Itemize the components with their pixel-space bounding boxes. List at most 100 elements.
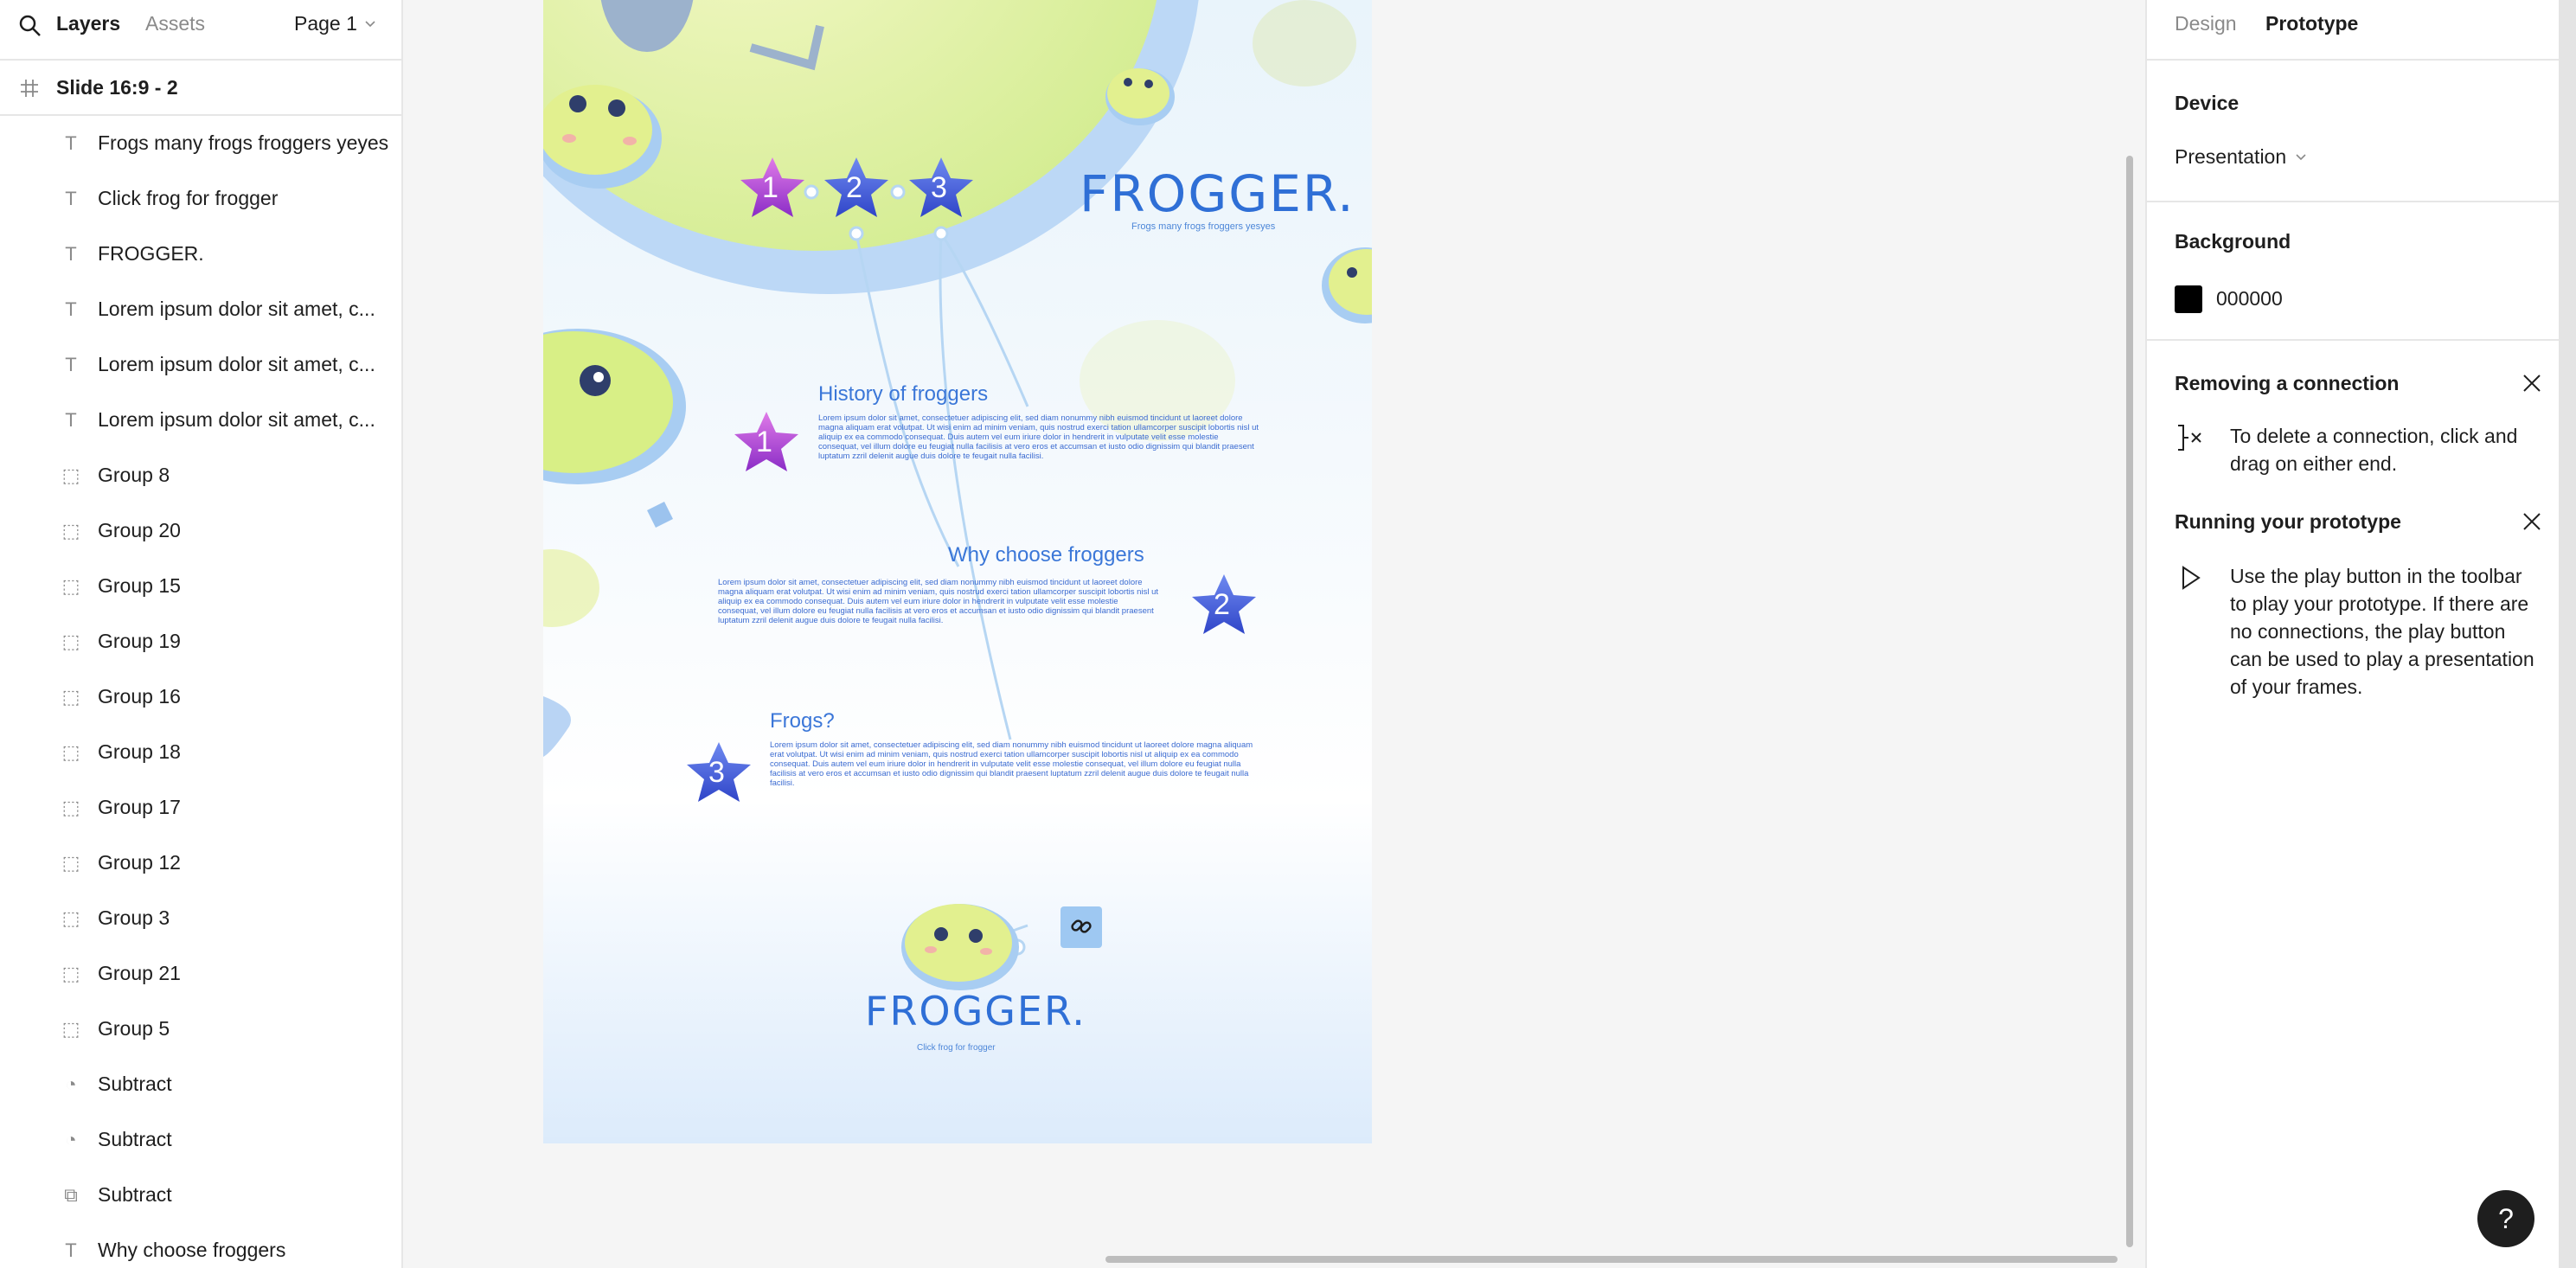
device-title: Device xyxy=(2175,92,2240,114)
right-edge-strip xyxy=(2559,0,2576,1268)
group-layer-icon: ⬚ xyxy=(61,631,80,652)
star-label-section-1: 1 xyxy=(756,426,772,458)
background-hex-input[interactable]: 000000 xyxy=(2216,287,2283,311)
text-layer-icon: T xyxy=(65,354,77,375)
hint-running-text: Use the play button in the toolbar to pl… xyxy=(2230,565,2534,698)
layer-row[interactable]: T Why choose froggers xyxy=(0,1223,401,1268)
chevron-down-icon xyxy=(365,20,375,27)
footer-title: FROGGER. xyxy=(865,988,1086,1034)
layer-frame-row[interactable]: Slide 16:9 - 2 xyxy=(0,61,401,116)
layer-row[interactable]: ⬚ Group 5 xyxy=(0,1002,401,1057)
layers-panel: Layers Assets Page 1 Slide 16:9 - 2 T Fro… xyxy=(0,0,403,1268)
layer-name: Lorem ipsum dolor sit amet, c... xyxy=(98,298,375,320)
layer-name: Click frog for frogger xyxy=(98,187,279,209)
text-layer-icon: T xyxy=(65,243,77,265)
layer-row[interactable]: ⬚ Group 3 xyxy=(0,891,401,946)
layer-row[interactable]: ⬚ Group 19 xyxy=(0,614,401,669)
layer-name: Group 21 xyxy=(98,962,181,984)
background-section: Background xyxy=(2147,202,2560,341)
layer-row[interactable]: ⧉ Subtract xyxy=(0,1168,401,1223)
text-layer-icon: T xyxy=(65,298,77,320)
layer-name: Group 19 xyxy=(98,630,181,652)
tab-prototype[interactable]: Prototype xyxy=(2265,12,2358,35)
section-heading-frogs: Frogs? xyxy=(770,709,835,733)
group-layer-icon: ⬚ xyxy=(61,575,80,597)
layer-name: Group 3 xyxy=(98,906,170,929)
group-layer-icon: ⬚ xyxy=(61,852,80,874)
hint-connection-title: Removing a connection xyxy=(2175,372,2400,394)
page-dropdown[interactable]: Page 1 xyxy=(294,12,376,35)
device-section: Device xyxy=(2147,61,2560,202)
layer-row[interactable]: T Lorem ipsum dolor sit amet, c... xyxy=(0,282,401,337)
canvas[interactable]: 1 2 3 1 2 3 FROGGER. Frogs many frogs fr… xyxy=(403,0,2145,1268)
slide-frame[interactable]: 1 2 3 1 2 3 FROGGER. Frogs many frogs fr… xyxy=(543,0,1372,1143)
text-layer-icon: T xyxy=(65,409,77,431)
layer-name: Group 8 xyxy=(98,464,170,486)
section-heading-history: History of froggers xyxy=(818,382,989,406)
layer-name: FROGGER. xyxy=(98,242,204,265)
layer-name: Group 17 xyxy=(98,796,181,818)
layer-row[interactable]: ⬚ Group 20 xyxy=(0,503,401,559)
close-icon[interactable] xyxy=(2519,370,2545,396)
close-icon[interactable] xyxy=(2519,509,2545,535)
layer-name: Subtract xyxy=(98,1183,172,1206)
text-layer-icon: T xyxy=(65,1239,77,1261)
layer-row[interactable]: ⬚ Group 21 xyxy=(0,946,401,1002)
tab-assets[interactable]: Assets xyxy=(145,12,205,35)
text-layer-icon: T xyxy=(65,188,77,209)
group-layer-icon: ⬚ xyxy=(61,464,80,486)
layer-name: Subtract xyxy=(98,1128,172,1150)
group-layer-icon: ⬚ xyxy=(61,1018,80,1040)
section-body-why: Lorem ipsum dolor sit amet, consectetuer… xyxy=(718,578,1158,625)
group-layer-icon: ⬚ xyxy=(61,907,80,929)
group-layer-icon: ⬚ xyxy=(61,797,80,818)
layer-name: Frogs many frogs froggers yeyes xyxy=(98,131,389,154)
tab-design[interactable]: Design xyxy=(2175,12,2237,35)
layer-row[interactable]: T Lorem ipsum dolor sit amet, c... xyxy=(0,393,401,448)
boolean-layer-icon: ◔ xyxy=(65,1073,77,1095)
layer-name: Group 18 xyxy=(98,740,181,763)
page-dropdown-label: Page 1 xyxy=(294,12,357,35)
layers-panel-header: Layers Assets Page 1 xyxy=(0,0,401,61)
help-button[interactable]: ? xyxy=(2477,1190,2534,1247)
layer-name: Group 15 xyxy=(98,574,181,597)
text-layer-icon: T xyxy=(65,132,77,154)
layer-row[interactable]: ⬚ Group 8 xyxy=(0,448,401,503)
device-dropdown[interactable]: Presentation xyxy=(2175,145,2307,169)
section-heading-why: Why choose froggers xyxy=(948,543,1144,567)
layer-row[interactable]: T FROGGER. xyxy=(0,227,401,282)
vertical-scrollbar[interactable] xyxy=(2126,156,2133,1247)
search-icon[interactable] xyxy=(17,13,43,39)
layer-row[interactable]: T Click frog for frogger xyxy=(0,171,401,227)
background-title: Background xyxy=(2175,230,2291,253)
background-color-swatch[interactable] xyxy=(2175,285,2202,313)
image-layer-icon: ⧉ xyxy=(64,1184,78,1206)
layer-row[interactable]: ◔ Subtract xyxy=(0,1057,401,1112)
remove-connection-icon xyxy=(2178,425,2201,451)
horizontal-scrollbar[interactable] xyxy=(1105,1256,2118,1263)
layer-name: Group 16 xyxy=(98,685,181,708)
layer-row[interactable]: ⬚ Group 17 xyxy=(0,780,401,836)
star-label-top-3: 3 xyxy=(931,171,947,204)
chevron-down-icon xyxy=(2296,153,2306,160)
layer-row[interactable]: ⬚ Group 18 xyxy=(0,725,401,780)
section-body-history: Lorem ipsum dolor sit amet, consectetuer… xyxy=(818,413,1259,461)
slide-subtitle: Frogs many frogs froggers yesyes xyxy=(1131,221,1276,232)
tab-layers[interactable]: Layers xyxy=(56,12,120,35)
frame-name: Slide 16:9 - 2 xyxy=(56,76,178,99)
section-body-frogs: Lorem ipsum dolor sit amet, consectetuer… xyxy=(770,740,1253,788)
layer-row[interactable]: ⬚ Group 16 xyxy=(0,669,401,725)
star-label-section-3: 3 xyxy=(708,756,725,789)
layer-name: Lorem ipsum dolor sit amet, c... xyxy=(98,408,375,431)
layer-row[interactable]: T Frogs many frogs froggers yeyes xyxy=(0,116,401,171)
layer-row[interactable]: ◔ Subtract xyxy=(0,1112,401,1168)
group-layer-icon: ⬚ xyxy=(61,963,80,984)
layer-name: Subtract xyxy=(98,1073,172,1095)
star-label-top-2: 2 xyxy=(846,171,862,204)
layer-row[interactable]: T Lorem ipsum dolor sit amet, c... xyxy=(0,337,401,393)
group-layer-icon: ⬚ xyxy=(61,686,80,708)
layer-row[interactable]: ⬚ Group 12 xyxy=(0,836,401,891)
layer-row[interactable]: ⬚ Group 15 xyxy=(0,559,401,614)
star-label-top-1: 1 xyxy=(762,171,779,204)
layer-name: Group 20 xyxy=(98,519,181,541)
